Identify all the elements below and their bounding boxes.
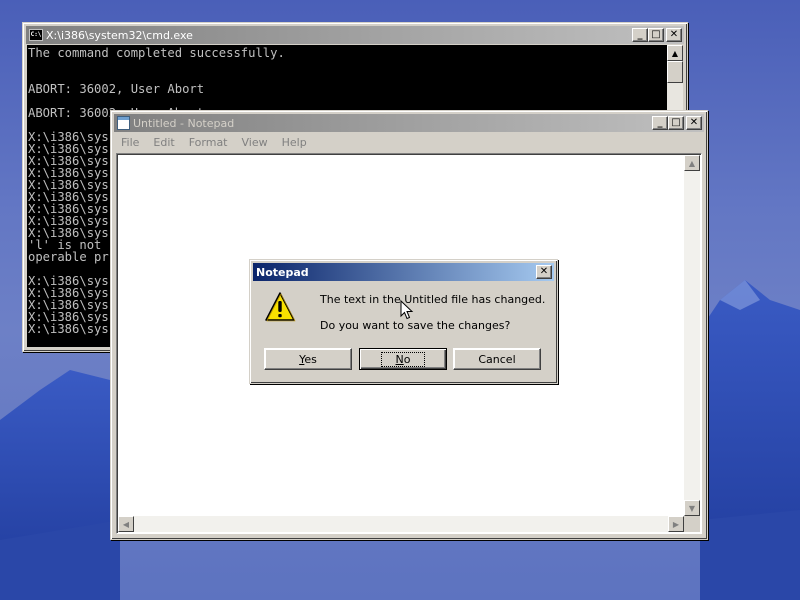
cmd-title: X:\i386\system32\cmd.exe (46, 28, 193, 42)
notepad-icon (117, 116, 130, 130)
menu-bar: File Edit Format View Help (114, 133, 704, 152)
minimize-button[interactable]: _ (652, 116, 668, 130)
no-button[interactable]: No (359, 348, 447, 370)
notepad-titlebar[interactable]: Untitled - Notepad _ □ ✕ (114, 114, 704, 132)
yes-button[interactable]: Yes (264, 348, 352, 370)
dialog-message-line2: Do you want to save the changes? (320, 319, 511, 332)
minimize-icon: _ (657, 117, 663, 128)
close-icon: ✕ (669, 29, 679, 40)
dialog-message-line1: The text in the Untitled file has change… (320, 293, 546, 306)
horizontal-scrollbar[interactable]: ◀ ▶ (118, 516, 684, 532)
mouse-pointer-icon (400, 300, 414, 320)
close-icon: ✕ (539, 266, 549, 277)
maximize-icon: □ (651, 29, 661, 40)
no-label: o (403, 352, 411, 366)
scroll-down-arrow-icon[interactable]: ▼ (684, 500, 700, 516)
menu-edit[interactable]: Edit (146, 136, 181, 149)
scroll-up-arrow-icon[interactable]: ▲ (684, 155, 700, 171)
scroll-right-arrow-icon[interactable]: ▶ (668, 516, 684, 532)
dialog-title: Notepad (256, 265, 309, 279)
close-button[interactable]: ✕ (666, 28, 682, 42)
menu-view[interactable]: View (235, 136, 275, 149)
close-icon: ✕ (689, 117, 699, 128)
save-changes-dialog[interactable]: Notepad ✕ The text in the Untitled file … (249, 259, 558, 384)
maximize-icon: □ (671, 117, 681, 128)
vertical-scrollbar[interactable]: ▲ ▼ (684, 155, 700, 516)
scroll-left-arrow-icon[interactable]: ◀ (118, 516, 134, 532)
minimize-icon: _ (637, 29, 643, 40)
menu-help[interactable]: Help (275, 136, 314, 149)
cmd-icon: C:\ (29, 29, 43, 41)
maximize-button[interactable]: □ (648, 28, 664, 42)
warning-icon (265, 292, 296, 322)
scrollbar-thumb[interactable] (667, 61, 683, 83)
notepad-title: Untitled - Notepad (133, 116, 235, 130)
size-grip-icon[interactable] (684, 516, 700, 532)
dialog-titlebar[interactable]: Notepad ✕ (253, 263, 554, 281)
maximize-button[interactable]: □ (668, 116, 684, 130)
console-line: The command completed successfully. (28, 46, 285, 60)
no-mnemonic: N (395, 352, 404, 366)
console-line: ABORT: 36002, User Abort (28, 82, 205, 96)
cancel-button[interactable]: Cancel (453, 348, 541, 370)
scroll-up-arrow-icon[interactable]: ▲ (667, 45, 683, 61)
yes-label: es (304, 352, 317, 366)
close-button[interactable]: ✕ (686, 116, 702, 130)
cmd-titlebar[interactable]: C:\ X:\i386\system32\cmd.exe _ □ ✕ (26, 26, 684, 44)
menu-format[interactable]: Format (182, 136, 235, 149)
close-button[interactable]: ✕ (536, 265, 552, 279)
cancel-label: Cancel (478, 352, 516, 366)
minimize-button[interactable]: _ (632, 28, 648, 42)
menu-file[interactable]: File (114, 136, 146, 149)
